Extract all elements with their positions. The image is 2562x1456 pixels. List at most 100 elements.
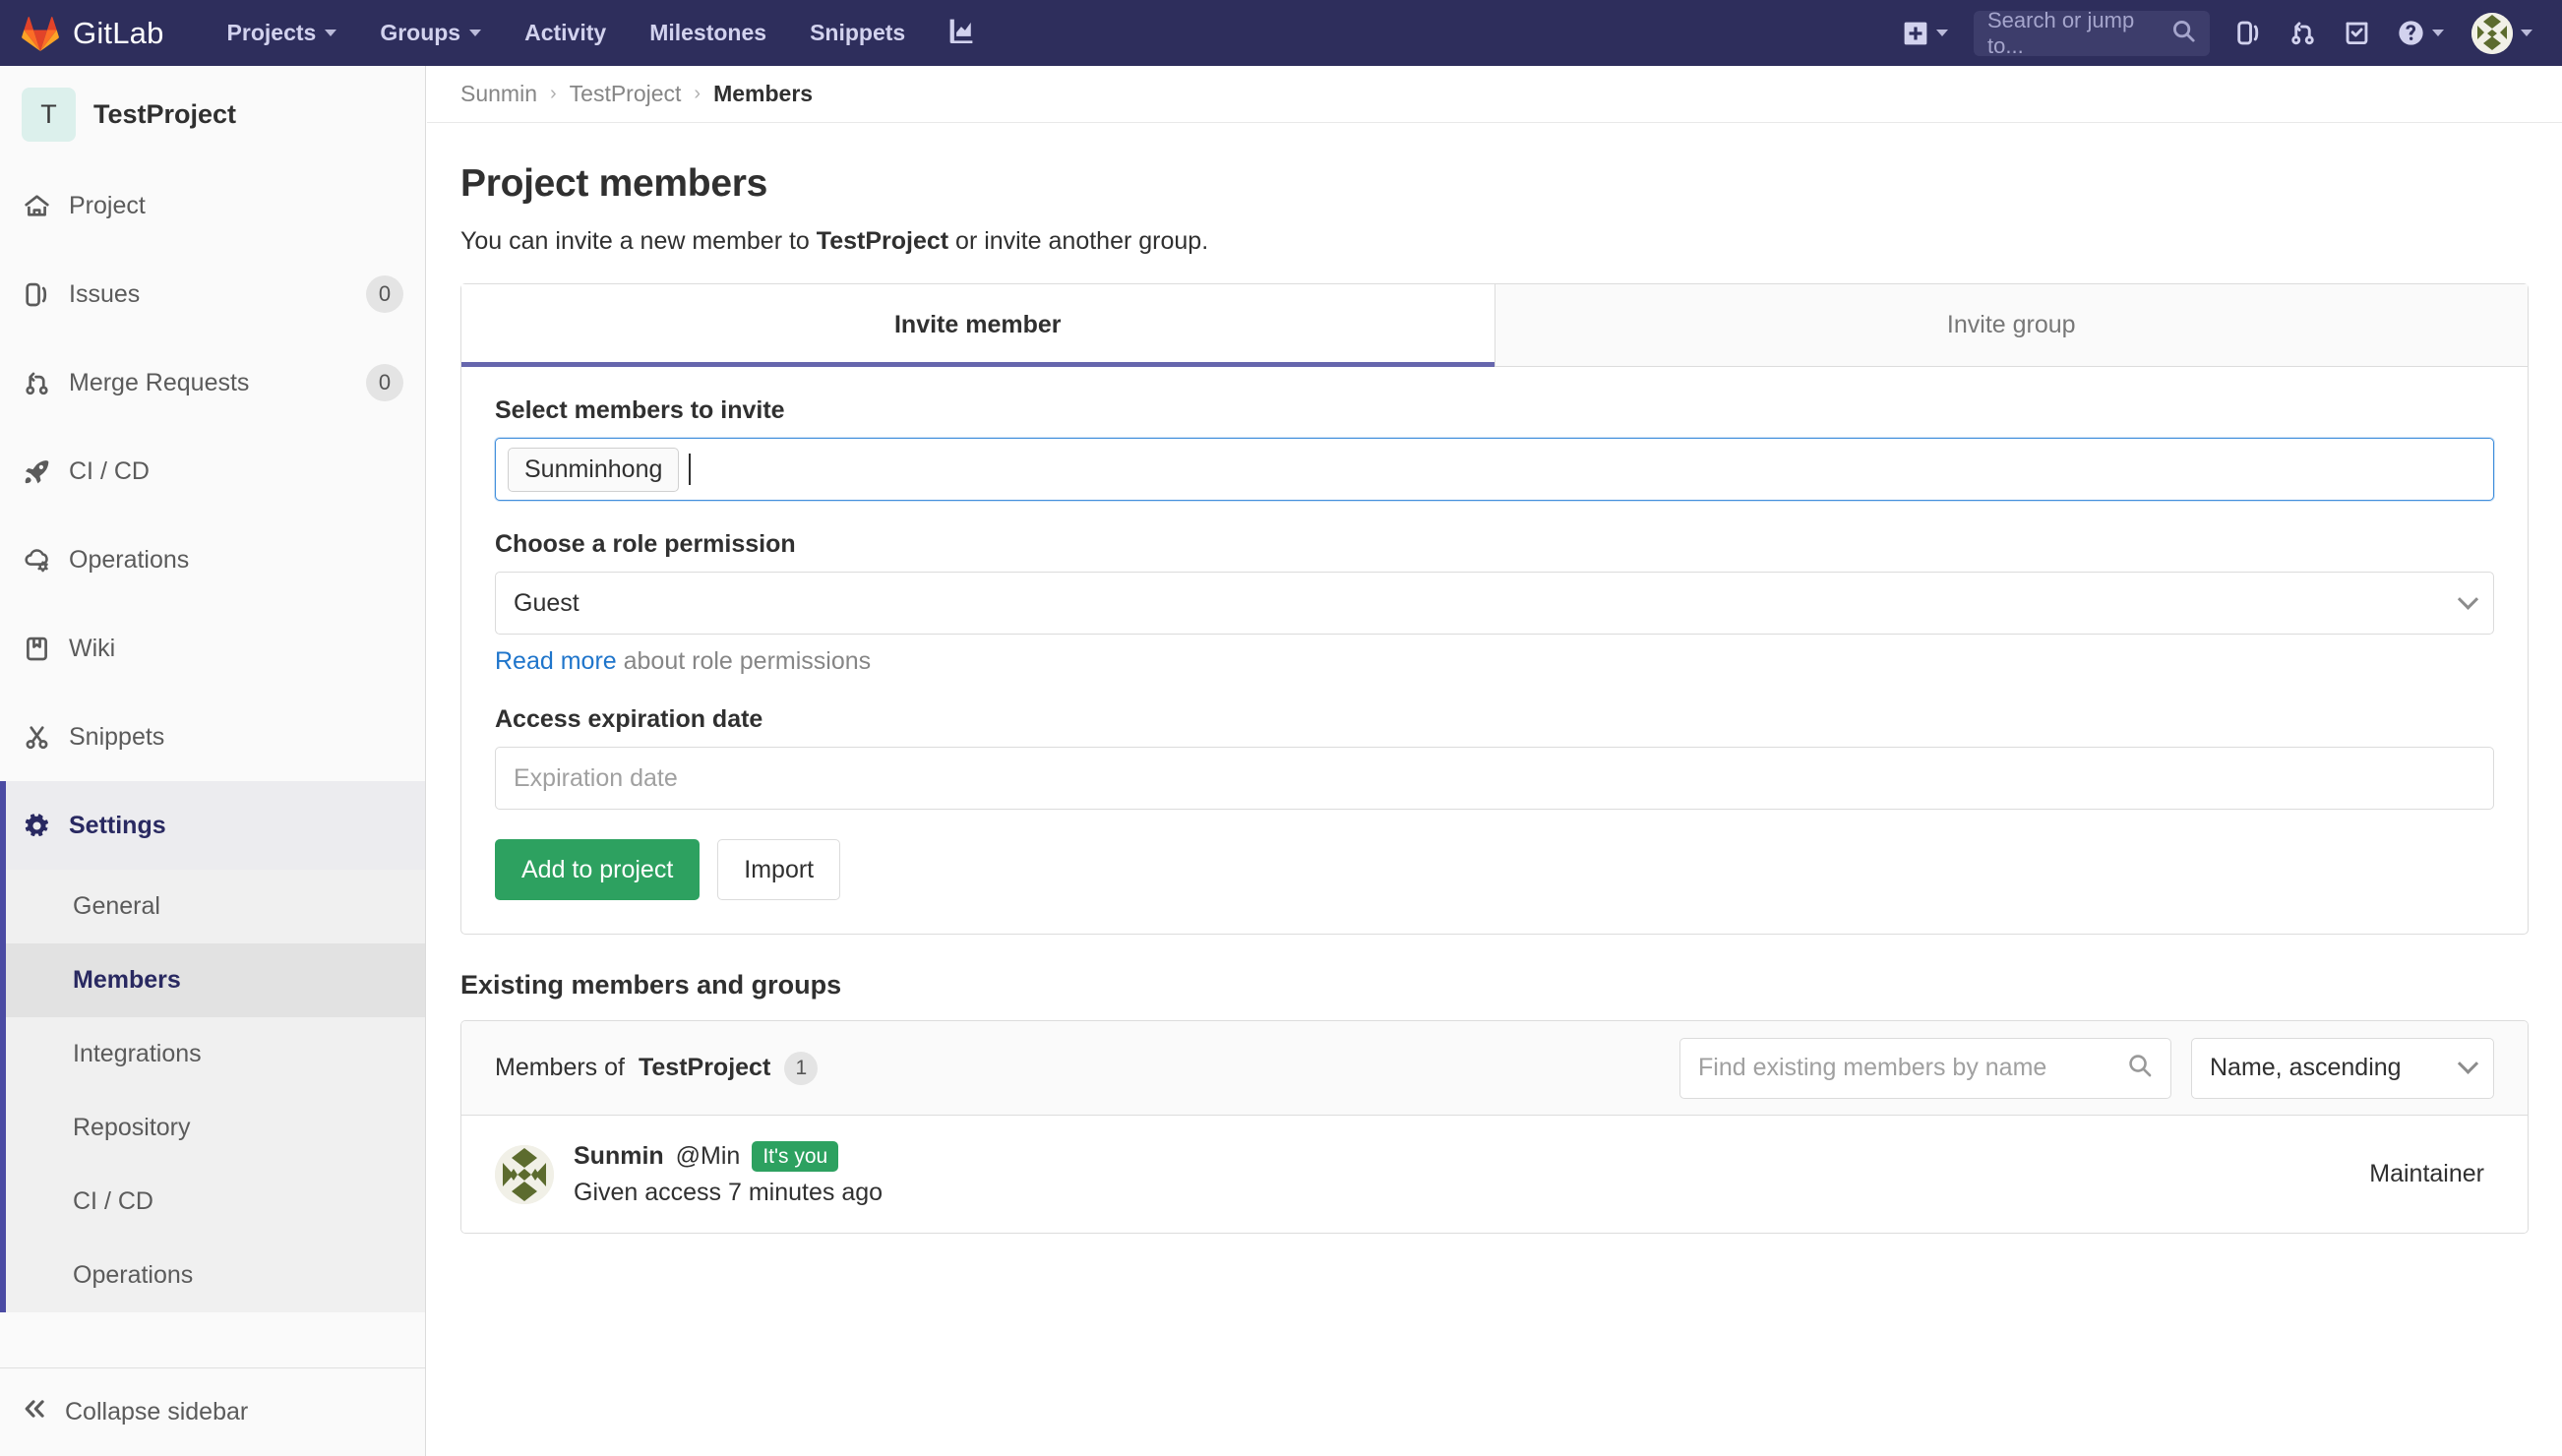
sidebar-project-header[interactable]: T TestProject [0,66,425,161]
breadcrumb-item-testproject[interactable]: TestProject [570,81,682,107]
gitlab-home-link[interactable]: GitLab [0,16,180,51]
select-members-label: Select members to invite [495,396,2494,425]
member-handle: @Min [676,1142,741,1171]
brand-label: GitLab [73,16,164,51]
invite-actions: Add to project Import [495,839,2494,900]
sidebar-item-issues[interactable]: Issues 0 [0,250,425,338]
role-permission-label: Choose a role permission [495,530,2494,559]
merge-requests-icon [2289,20,2316,46]
select-members-input[interactable]: Sunminhong [495,438,2494,501]
sidebar-item-merge-requests[interactable]: Merge Requests 0 [0,338,425,427]
page-content: Project members You can invite a new mem… [427,123,2562,1234]
find-members-input[interactable]: Find existing members by name [1679,1038,2171,1099]
chevron-down-icon [1936,30,1948,36]
search-icon [2171,19,2196,48]
global-search-placeholder: Search or jump to... [1987,8,2171,59]
sidebar-badge-issues: 0 [366,275,403,313]
sidebar-label-ci-cd: CI / CD [69,457,403,486]
sidebar-label-settings-operations: Operations [73,1261,193,1290]
nav-item-activity[interactable]: Activity [503,0,628,66]
sidebar-item-settings-operations[interactable]: Operations [0,1239,425,1312]
sidebar-item-snippets[interactable]: Snippets [0,693,425,781]
create-new-button[interactable] [1889,0,1962,66]
member-name[interactable]: Sunmin [574,1142,664,1171]
sidebar-item-wiki[interactable]: Wiki [0,604,425,693]
sidebar-item-project[interactable]: Project [0,161,425,250]
nav-label-activity: Activity [524,20,606,46]
breadcrumb-item-sunmin[interactable]: Sunmin [460,81,537,107]
read-more-link[interactable]: Read more [495,647,617,675]
nav-item-analytics[interactable] [927,0,996,66]
breadcrumb-item-members: Members [713,81,813,107]
sidebar-label-operations: Operations [69,546,403,575]
sidebar-item-settings-ci-cd[interactable]: CI / CD [0,1165,425,1239]
existing-members-section-title: Existing members and groups [460,970,2529,1001]
todos-button[interactable] [2330,0,2384,66]
breadcrumb-separator: › [694,83,701,105]
sidebar-item-settings-members[interactable]: Members [0,943,425,1017]
sidebar-item-settings-integrations[interactable]: Integrations [0,1017,425,1091]
user-menu-button[interactable] [2458,0,2546,66]
members-of-title: Members of TestProject 1 [495,1052,818,1085]
member-token[interactable]: Sunminhong [508,448,679,492]
merge-requests-button[interactable] [2276,0,2330,66]
add-to-project-label: Add to project [521,856,673,884]
nav-label-snippets: Snippets [810,20,905,46]
navbar-left: GitLab Projects Groups Activity Mileston… [0,0,996,66]
role-permission-select[interactable]: Guest [495,572,2494,635]
sidebar-item-operations[interactable]: Operations [0,516,425,604]
issues-button[interactable] [2222,0,2276,66]
gear-icon [22,813,51,839]
import-button[interactable]: Import [717,839,840,900]
tab-label-invite-member: Invite member [894,311,1062,339]
sort-select[interactable]: Name, ascending [2191,1038,2494,1099]
page-subtitle: You can invite a new member to TestProje… [460,227,2529,256]
plus-square-icon [1903,21,1928,46]
chevron-down-icon [2432,30,2444,36]
search-icon[interactable] [2127,1053,2153,1083]
scissors-icon [22,724,51,751]
sidebar-label-members: Members [73,966,181,995]
sidebar-label-wiki: Wiki [69,635,403,663]
sidebar-item-ci-cd[interactable]: CI / CD [0,427,425,516]
collapse-sidebar-label: Collapse sidebar [65,1398,248,1426]
invite-tabs: Invite member Invite group [461,284,2528,367]
home-icon [22,193,51,219]
collapse-sidebar-button[interactable]: Collapse sidebar [0,1367,425,1456]
nav-label-milestones: Milestones [649,20,766,46]
tab-invite-member[interactable]: Invite member [461,284,1495,366]
nav-item-projects[interactable]: Projects [206,0,359,66]
nav-item-milestones[interactable]: Milestones [628,0,788,66]
chevron-down-icon [469,30,481,36]
chevron-down-icon [2458,588,2478,609]
nav-item-snippets[interactable]: Snippets [788,0,927,66]
gitlab-tanuki-logo [22,16,59,51]
top-navbar: GitLab Projects Groups Activity Mileston… [0,0,2562,66]
breadcrumb: Sunmin › TestProject › Members [427,66,2562,123]
existing-members-header: Members of TestProject 1 Find existing m… [461,1021,2528,1116]
sidebar-item-settings-repository[interactable]: Repository [0,1091,425,1165]
member-access-text: Given access 7 minutes ago [574,1179,883,1207]
page-title: Project members [460,162,2529,206]
expiration-date-input[interactable]: Expiration date [495,747,2494,810]
add-to-project-button[interactable]: Add to project [495,839,700,900]
cloud-gear-icon [22,547,51,574]
analytics-chart-icon [948,18,974,49]
merge-requests-icon [22,370,51,396]
chevron-down-icon [325,30,336,36]
sidebar-label-merge-requests: Merge Requests [69,369,348,397]
nav-item-groups[interactable]: Groups [358,0,503,66]
chevron-down-icon [2521,30,2532,36]
sidebar-item-settings-general[interactable]: General [0,870,425,943]
members-count-badge: 1 [784,1052,818,1085]
help-button[interactable] [2384,0,2458,66]
invite-card: Invite member Invite group Select member… [460,283,2529,935]
tab-invite-group[interactable]: Invite group [1495,284,2529,366]
global-search-input[interactable]: Search or jump to... [1974,11,2210,56]
expiration-date-placeholder: Expiration date [514,764,678,793]
navbar-right: Search or jump to... [1889,0,2562,66]
sidebar-label-project: Project [69,192,403,220]
sidebar-item-settings[interactable]: Settings [0,781,425,870]
sidebar-label-settings-ci-cd: CI / CD [73,1187,153,1216]
expiration-date-label: Access expiration date [495,705,2494,734]
